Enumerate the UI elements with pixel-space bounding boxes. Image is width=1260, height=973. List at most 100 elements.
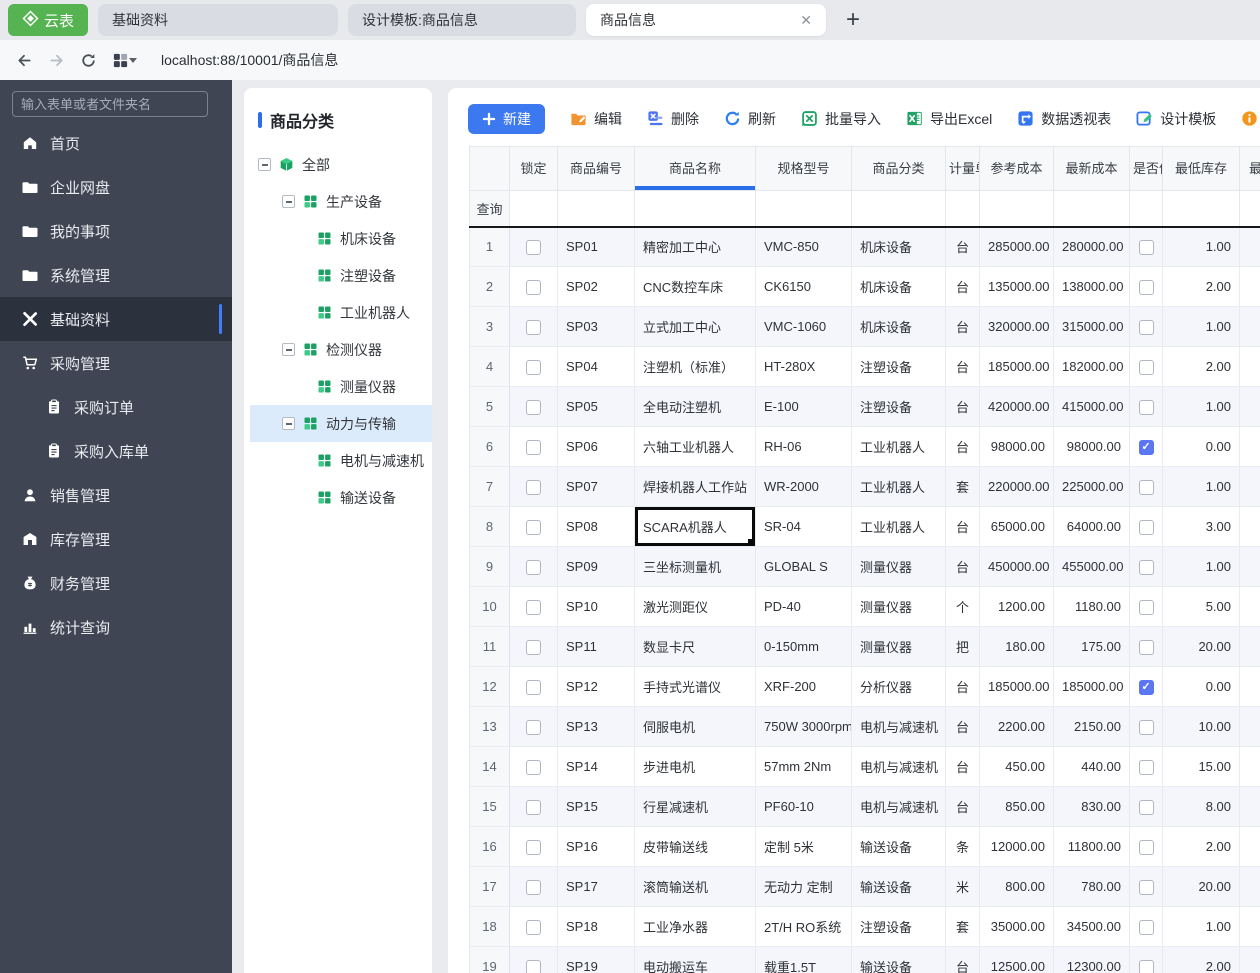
cell-spec[interactable]: PF60-10 [755, 786, 852, 827]
help-button[interactable]: 帮助 [1241, 109, 1260, 129]
cell-code[interactable]: SP01 [557, 226, 635, 267]
cell-disabled[interactable] [1129, 666, 1163, 707]
cell-locked[interactable] [509, 586, 558, 627]
filter-cell[interactable] [509, 190, 558, 228]
cell-disabled[interactable] [1129, 786, 1163, 827]
locked-checkbox[interactable] [526, 799, 541, 815]
tree-node[interactable]: 测量仪器 [244, 368, 432, 405]
sidebar-item[interactable]: 企业网盘 [0, 165, 232, 209]
filter-cell[interactable] [851, 190, 946, 228]
row-number-cell[interactable]: 11 [469, 626, 510, 667]
cell-unit[interactable]: 套 [945, 906, 980, 947]
cell-latest_cost[interactable]: 2150.00 [1053, 706, 1130, 747]
cell-locked[interactable] [509, 266, 558, 307]
cell-spec[interactable]: XRF-200 [755, 666, 852, 707]
cell-locked[interactable] [509, 906, 558, 947]
cell-latest_cost[interactable]: 440.00 [1053, 746, 1130, 787]
cell-category[interactable]: 电机与减速机 [851, 786, 946, 827]
row-number-cell[interactable]: 18 [469, 906, 510, 947]
locked-checkbox[interactable] [526, 879, 541, 895]
cell-category[interactable]: 测量仪器 [851, 626, 946, 667]
cell-category[interactable]: 输送设备 [851, 826, 946, 867]
cell-latest_cost[interactable]: 280000.00 [1053, 226, 1130, 267]
cell-spec[interactable]: 57mm 2Nm [755, 746, 852, 787]
disabled-checkbox[interactable] [1138, 679, 1154, 695]
cell-code[interactable]: SP12 [557, 666, 635, 707]
tree-node[interactable]: 电机与减速机 [244, 442, 432, 479]
disabled-checkbox[interactable] [1138, 719, 1154, 735]
cell-disabled[interactable] [1129, 906, 1163, 947]
cell-latest_cost[interactable]: 11800.00 [1053, 826, 1130, 867]
cell-ref_cost[interactable]: 12000.00 [979, 826, 1054, 867]
cell-min_stock[interactable]: 15.00 [1162, 746, 1240, 787]
cell-latest_cost[interactable]: 315000.00 [1053, 306, 1130, 347]
tree-node[interactable]: 工业机器人 [244, 294, 432, 331]
cell-category[interactable]: 输送设备 [851, 946, 946, 973]
cell-partial[interactable] [1239, 546, 1260, 587]
disabled-checkbox[interactable] [1138, 919, 1154, 935]
cell-locked[interactable] [509, 666, 558, 707]
cell-unit[interactable]: 台 [945, 666, 980, 707]
disabled-checkbox[interactable] [1138, 319, 1154, 335]
selected-cell[interactable]: SCARA机器人 [634, 506, 756, 547]
locked-checkbox[interactable] [526, 239, 541, 255]
back-icon[interactable] [16, 52, 33, 69]
cell-min_stock[interactable]: 1.00 [1162, 466, 1240, 507]
cell-ref_cost[interactable]: 65000.00 [979, 506, 1054, 547]
cell-code[interactable]: SP08 [557, 506, 635, 547]
cell-name[interactable]: 伺服电机 [634, 706, 756, 747]
disabled-checkbox[interactable] [1138, 639, 1154, 655]
cell-name[interactable]: 步进电机 [634, 746, 756, 787]
sidebar-item[interactable]: 首页 [0, 121, 232, 165]
cell-disabled[interactable] [1129, 746, 1163, 787]
cell-unit[interactable]: 台 [945, 786, 980, 827]
cell-min_stock[interactable]: 5.00 [1162, 586, 1240, 627]
cell-latest_cost[interactable]: 185000.00 [1053, 666, 1130, 707]
cell-category[interactable]: 注塑设备 [851, 386, 946, 427]
cell-unit[interactable]: 把 [945, 626, 980, 667]
sidebar-item[interactable]: 财务管理 [0, 561, 232, 605]
filter-cell[interactable] [634, 190, 756, 228]
cell-latest_cost[interactable]: 64000.00 [1053, 506, 1130, 547]
cell-locked[interactable] [509, 626, 558, 667]
column-header-latest_cost[interactable]: 最新成本 [1053, 146, 1130, 191]
sidebar-item[interactable]: 基础资料 [0, 297, 232, 341]
cell-latest_cost[interactable]: 34500.00 [1053, 906, 1130, 947]
cell-spec[interactable]: HT-280X [755, 346, 852, 387]
cell-locked[interactable] [509, 306, 558, 347]
cell-ref_cost[interactable]: 220000.00 [979, 466, 1054, 507]
cell-disabled[interactable] [1129, 346, 1163, 387]
cell-spec[interactable]: CK6150 [755, 266, 852, 307]
cell-partial[interactable] [1239, 266, 1260, 307]
cell-locked[interactable] [509, 386, 558, 427]
disabled-checkbox[interactable] [1138, 239, 1154, 255]
filter-cell[interactable] [1129, 190, 1163, 228]
dropdown-caret-icon[interactable] [129, 57, 137, 63]
disabled-checkbox[interactable] [1138, 559, 1154, 575]
cell-partial[interactable] [1239, 506, 1260, 547]
browser-tab[interactable]: 基础资料 [98, 4, 338, 36]
cell-partial[interactable] [1239, 626, 1260, 667]
cell-spec[interactable]: WR-2000 [755, 466, 852, 507]
cell-code[interactable]: SP10 [557, 586, 635, 627]
cell-unit[interactable]: 米 [945, 866, 980, 907]
cell-spec[interactable]: 750W 3000rpm [755, 706, 852, 747]
disabled-checkbox[interactable] [1138, 279, 1154, 295]
cell-unit[interactable]: 台 [945, 706, 980, 747]
cell-name[interactable]: 激光测距仪 [634, 586, 756, 627]
cell-category[interactable]: 分析仪器 [851, 666, 946, 707]
cell-disabled[interactable] [1129, 586, 1163, 627]
locked-checkbox[interactable] [526, 959, 541, 973]
locked-checkbox[interactable] [526, 839, 541, 855]
cell-name[interactable]: 注塑机（标准） [634, 346, 756, 387]
cell-locked[interactable] [509, 826, 558, 867]
cell-min_stock[interactable]: 8.00 [1162, 786, 1240, 827]
cell-ref_cost[interactable]: 450000.00 [979, 546, 1054, 587]
cell-code[interactable]: SP16 [557, 826, 635, 867]
cell-code[interactable]: SP05 [557, 386, 635, 427]
row-number-cell[interactable]: 8 [469, 506, 510, 547]
row-number-cell[interactable]: 2 [469, 266, 510, 307]
reload-icon[interactable] [80, 52, 97, 69]
cell-partial[interactable] [1239, 666, 1260, 707]
cell-ref_cost[interactable]: 420000.00 [979, 386, 1054, 427]
